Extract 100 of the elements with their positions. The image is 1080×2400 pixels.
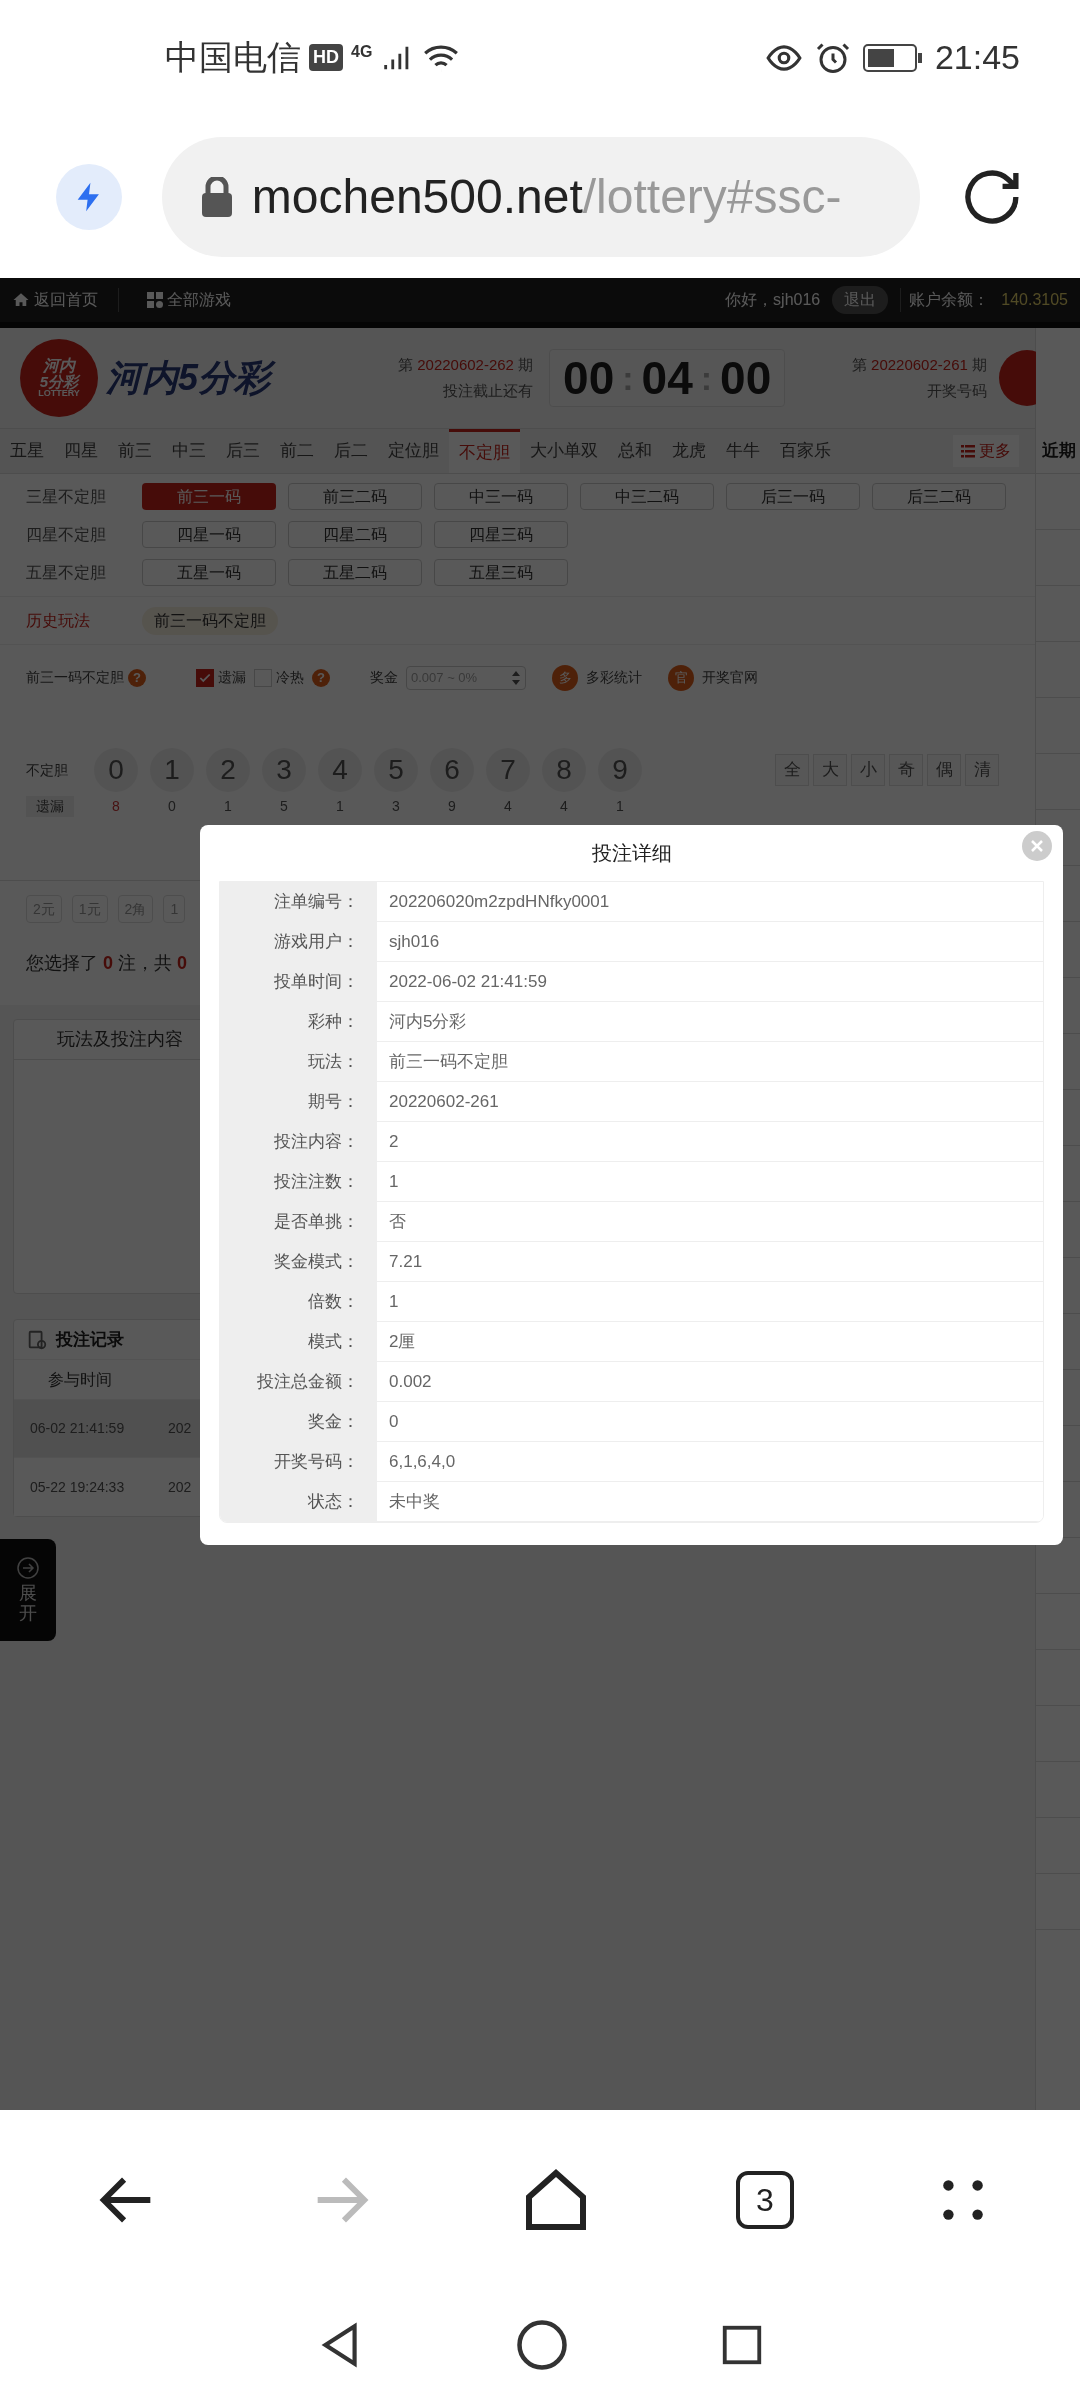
play-option[interactable]: 五星二码 bbox=[288, 559, 422, 586]
omission-count: 0 bbox=[167, 797, 177, 816]
omission-tag: 遗漏 bbox=[26, 796, 74, 817]
omission-count: 5 bbox=[279, 797, 289, 816]
greeting-text: 你好，sjh016 bbox=[725, 290, 821, 310]
field-label: 注单编号： bbox=[220, 882, 377, 921]
play-option[interactable]: 前三二码 bbox=[288, 483, 422, 510]
field-label: 是否单挑： bbox=[220, 1202, 377, 1241]
category-tab[interactable]: 总和 bbox=[608, 429, 662, 473]
history-label: 历史玩法 bbox=[26, 610, 91, 631]
expand-button[interactable]: 展开 bbox=[0, 1539, 56, 1641]
balance-amount: 140.3105 bbox=[1001, 290, 1068, 310]
hd-badge: HD bbox=[309, 44, 343, 71]
stats-link[interactable]: 官 开奖官网 bbox=[668, 664, 758, 691]
records-icon bbox=[26, 1328, 48, 1351]
category-tab[interactable]: 百家乐 bbox=[770, 429, 841, 473]
countdown-timer: 00 : 04 : 00 bbox=[549, 349, 786, 407]
field-label: 开奖号码： bbox=[220, 1442, 377, 1481]
field-label: 倍数： bbox=[220, 1282, 377, 1321]
category-tab[interactable]: 龙虎 bbox=[662, 429, 716, 473]
category-tab[interactable]: 四星 bbox=[54, 429, 108, 473]
home-icon bbox=[12, 291, 30, 309]
balance-label: 账户余额： bbox=[900, 288, 990, 312]
table-cell-text: 05-22 19:24:33 bbox=[30, 1477, 126, 1497]
omission-count: 1 bbox=[335, 797, 345, 816]
field-label: 投注注数： bbox=[220, 1162, 377, 1201]
lock-icon bbox=[201, 176, 232, 217]
omission-count: 9 bbox=[447, 797, 457, 816]
quick-select-button[interactable]: 大 bbox=[813, 754, 847, 786]
category-tab[interactable]: 大小单双 bbox=[520, 429, 608, 473]
prize-label: 奖金 bbox=[370, 668, 398, 687]
selection-summary: 您选择了 0 注，共 0 bbox=[26, 953, 188, 973]
checkbox[interactable] bbox=[196, 668, 214, 687]
omission-count: 8 bbox=[111, 797, 121, 816]
field-label: 玩法： bbox=[220, 1042, 377, 1081]
dialog-title: 投注详细 bbox=[591, 841, 672, 866]
row-label: 不定胆 bbox=[26, 760, 69, 780]
help-icon[interactable]: ? bbox=[312, 668, 330, 687]
quick-select-button[interactable]: 偶 bbox=[927, 754, 961, 786]
quick-select-button[interactable]: 清 bbox=[965, 754, 999, 786]
quick-select-button[interactable]: 奇 bbox=[889, 754, 923, 786]
omission-count: 4 bbox=[559, 797, 569, 816]
lottery-title: 河内5分彩 bbox=[106, 355, 279, 401]
panel-title: 玩法及投注内容 bbox=[57, 1028, 183, 1051]
field-label: 投注内容： bbox=[220, 1122, 377, 1161]
spinner-arrows-icon bbox=[511, 670, 521, 685]
url-text: mochen500.net/lottery#ssc- bbox=[251, 168, 842, 225]
field-label: 状态： bbox=[220, 1482, 377, 1521]
grid-icon bbox=[147, 292, 163, 308]
field-label: 奖金： bbox=[220, 1402, 377, 1441]
play-option[interactable]: 中三二码 bbox=[580, 483, 714, 510]
category-tab[interactable]: 五星 bbox=[0, 429, 54, 473]
omission-count: 3 bbox=[391, 797, 401, 816]
category-tab[interactable]: 牛牛 bbox=[716, 429, 770, 473]
home-link[interactable]: 返回首页 bbox=[12, 288, 119, 312]
arrow-circle-icon bbox=[16, 1556, 40, 1581]
category-tab[interactable]: 定位胆 bbox=[378, 429, 449, 473]
category-tab[interactable]: 前二 bbox=[270, 429, 324, 473]
help-icon[interactable]: ? bbox=[128, 668, 146, 687]
all-games-link[interactable]: 全部游戏 bbox=[147, 288, 231, 312]
network-type: 4G bbox=[351, 42, 373, 62]
recent-heading: 近期 bbox=[1042, 439, 1076, 462]
quick-select-button[interactable]: 小 bbox=[851, 754, 885, 786]
carrier-name: 中国电信 bbox=[165, 37, 301, 78]
records-title: 投注记录 bbox=[56, 1328, 124, 1351]
field-label: 彩种： bbox=[220, 1002, 377, 1041]
home-nav-icon bbox=[515, 2318, 569, 2372]
play-option[interactable]: 四星二码 bbox=[288, 521, 422, 548]
play-option[interactable]: 后三二码 bbox=[872, 483, 1006, 510]
play-option[interactable]: 五星三码 bbox=[434, 559, 568, 586]
group-label: 三星不定胆 bbox=[26, 486, 107, 507]
clock-time: 21:45 bbox=[934, 37, 1020, 78]
tab-count-button[interactable]: 3 bbox=[736, 2171, 794, 2229]
field-label: 投单时间： bbox=[220, 962, 377, 1001]
column-header: 参与时间 bbox=[48, 1369, 112, 1390]
battery-icon bbox=[862, 42, 923, 73]
group-label: 四星不定胆 bbox=[26, 524, 107, 545]
field-label: 投注总金额： bbox=[220, 1362, 377, 1401]
field-label: 期号： bbox=[220, 1082, 377, 1121]
table-cell-text: 202 bbox=[168, 1477, 192, 1497]
more-button[interactable]: 更多 bbox=[953, 435, 1019, 467]
category-tab[interactable]: 后二 bbox=[324, 429, 378, 473]
address-bar[interactable]: mochen500.net/lottery#ssc- bbox=[161, 136, 921, 257]
omission-count: 4 bbox=[503, 797, 513, 816]
category-tab[interactable]: 不定胆 bbox=[449, 429, 520, 473]
field-label: 奖金模式： bbox=[220, 1242, 377, 1281]
quick-select-button[interactable]: 全 bbox=[775, 754, 809, 786]
field-label: 游戏用户： bbox=[220, 922, 377, 961]
stats-link[interactable]: 多 多彩统计 bbox=[552, 664, 642, 691]
list-icon bbox=[961, 444, 975, 458]
checkbox-label: 冷热 bbox=[276, 668, 304, 687]
omission-count: 1 bbox=[223, 797, 233, 816]
close-icon bbox=[1030, 839, 1044, 853]
group-label: 五星不定胆 bbox=[26, 562, 107, 583]
close-button[interactable] bbox=[1022, 831, 1052, 861]
checkbox-label: 遗漏 bbox=[218, 668, 246, 687]
omission-count: 1 bbox=[615, 797, 625, 816]
play-option[interactable]: 四星三码 bbox=[434, 521, 568, 548]
lottery-logo: 河内 5分彩 LOTTERY bbox=[20, 339, 98, 417]
field-label: 模式： bbox=[220, 1322, 377, 1361]
